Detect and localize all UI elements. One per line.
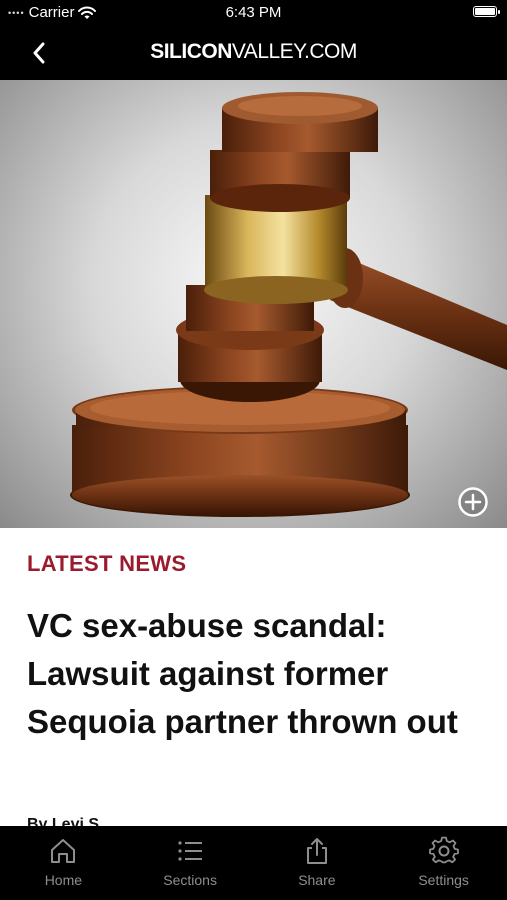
tab-settings[interactable]: Settings: [380, 826, 507, 900]
tab-home[interactable]: Home: [0, 826, 127, 900]
share-icon: [306, 838, 327, 864]
home-icon: [51, 839, 76, 863]
tab-share[interactable]: Share: [254, 826, 381, 900]
hero-image[interactable]: [0, 80, 507, 528]
tab-home-label: Home: [44, 872, 83, 888]
logo-rest: VALLEY.COM: [231, 40, 357, 63]
status-time: 6:43 PM: [225, 4, 282, 21]
battery-icon: [473, 6, 500, 17]
tab-share-label: Share: [298, 872, 336, 888]
site-logo: SILICONVALLEY.COM: [0, 40, 507, 64]
article-content: LATEST NEWS VC sex-abuse scandal: Lawsui…: [0, 528, 507, 826]
tab-sections[interactable]: Sections: [127, 826, 254, 900]
section-label[interactable]: LATEST NEWS: [27, 551, 186, 577]
gavel-illustration: [70, 92, 507, 517]
tab-settings-label: Settings: [418, 872, 469, 888]
tab-sections-label: Sections: [163, 872, 217, 888]
gear-icon: [428, 836, 459, 864]
nav-bar: SILICONVALLEY.COM: [0, 26, 507, 80]
logo-bold: SILICON: [150, 40, 232, 63]
article-byline[interactable]: By Levi S: [27, 816, 99, 826]
expand-image-button[interactable]: [457, 486, 489, 518]
list-icon: [178, 841, 203, 861]
status-bar: •••• Carrier 6:43 PM: [0, 0, 507, 26]
plus-circle-icon: [458, 487, 488, 517]
tab-bar: Home Sections Share Settings: [0, 826, 507, 900]
article-headline: VC sex-abuse scandal: Lawsuit against fo…: [27, 607, 458, 740]
